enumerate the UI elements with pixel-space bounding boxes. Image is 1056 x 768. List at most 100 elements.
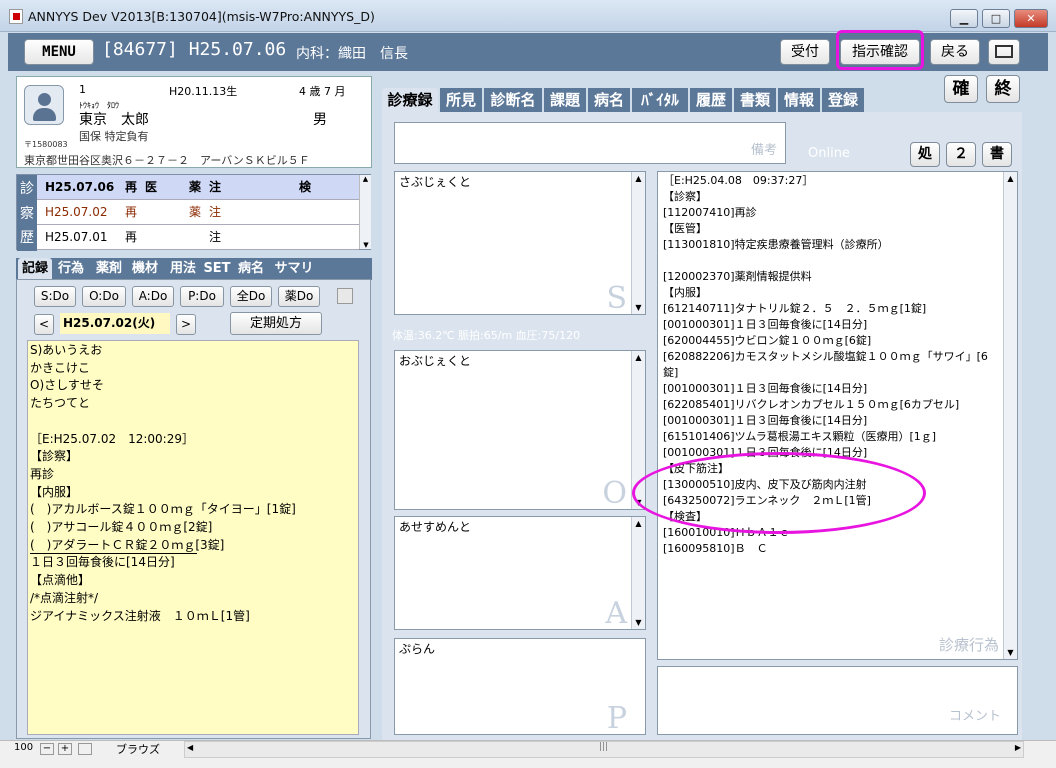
o-do-button[interactable]: O:Do [82,286,126,307]
s-do-button[interactable]: S:Do [34,286,76,307]
reception-button[interactable]: 受付 [780,39,830,65]
tab-issues[interactable]: 課題 [544,88,586,112]
action-line: [160095810]Ｂ Ｃ [663,542,768,555]
two-button[interactable]: ２ [946,142,976,167]
zoom-in-icon[interactable]: + [58,743,72,755]
scroll-down-icon[interactable]: ▼ [632,301,645,314]
plan-field[interactable]: ぷらん P [394,638,646,736]
prescription-button[interactable]: 処 [910,142,940,167]
tab-action[interactable]: 行為 [54,258,88,280]
tab-register[interactable]: 登録 [822,88,864,112]
tab-equipment[interactable]: 機材 [128,258,162,280]
selected-date: H25.07.02(火) [60,313,170,334]
tab-medical-record[interactable]: 診療録 [382,88,438,112]
tab-disease[interactable]: 病名 [234,258,268,280]
scroll-up-icon[interactable]: ▲ [1004,172,1017,185]
patient-sex: 男 [313,112,327,128]
menu-button[interactable]: MENU [24,39,94,65]
tab-documents[interactable]: 書類 [734,88,776,112]
scroll-down-icon[interactable]: ▼ [632,616,645,629]
patient-birthdate: H20.11.13生 [169,85,238,98]
confirm-button[interactable]: 確 [944,75,978,103]
scroll-down-icon[interactable]: ▼ [360,241,372,249]
vitals-text: 体温:36.2℃ 脈拍:65/m 血圧:75/120 [392,329,581,342]
comment-label: コメント [948,709,1001,724]
regular-prescription-button[interactable]: 定期処方 [230,312,322,335]
scroll-down-icon[interactable]: ▼ [1004,646,1017,659]
horizontal-scrollbar[interactable]: ◀ ||| ▶ [184,741,1024,758]
next-date-button[interactable]: > [176,314,196,335]
history-row[interactable]: H25.07.06 再 医 薬 注 検 [37,175,359,200]
tab-history[interactable]: 履歴 [690,88,732,112]
assessment-letter: A [605,596,627,631]
action-line: [001000301]１日３回毎食後に[14日分] [663,414,868,427]
right-tab-bar: 診療録 所見 診断名 課題 病名 ﾊﾞｲﾀﾙ 履歴 書類 情報 登録 [382,88,864,112]
left-tab-bar: 記録 行為 薬剤 機材 用法 SET 病名 サマリ [16,258,372,280]
prev-date-button[interactable]: < [34,314,54,335]
history-cell: 検 [299,180,312,194]
note-underline [30,553,197,554]
patient-address: 東京都世田谷区奥沢６－２７－２ アーバンＳＫビル５Ｆ [24,154,310,167]
tab-usage[interactable]: 用法 [166,258,200,280]
tab-summary[interactable]: サマリ [270,258,318,280]
history-scrollbar[interactable]: ▲ ▼ [359,175,371,249]
scroll-up-icon[interactable]: ▲ [360,175,371,183]
action-line: [620004455]ウビロン錠１００ｍｇ[6錠] [663,334,872,347]
tab-record[interactable]: 記録 [18,258,52,280]
tab-vital[interactable]: ﾊﾞｲﾀﾙ [632,88,688,112]
history-cell: 注 [209,230,222,244]
history-row[interactable]: H25.07.01 再 注 [37,225,359,250]
assessment-field[interactable]: あせすめんと A ▲ ▼ [394,516,646,631]
back-button[interactable]: 戻る [930,39,980,65]
history-cell: 注 [209,180,222,194]
action-line: [120002370]薬剤情報提供料 [663,270,812,283]
record-note[interactable]: S)あいうえお かきこけこ O)さしすせそ たちつてと ［E:H25.07.02… [27,340,359,735]
action-line: ［E:H25.04.08 09:37:27］ [663,174,814,187]
tab-disease-name[interactable]: 病名 [588,88,630,112]
title-bar: ANNYYS Dev V2013[B:130704](msis-W7Pro:AN… [0,0,1056,32]
tab-info[interactable]: 情報 [778,88,820,112]
view-icon[interactable] [78,743,92,755]
maximize-button[interactable]: □ [982,9,1010,28]
mode-label: ブラウズ [116,743,160,756]
minimize-button[interactable]: ▁ [950,9,978,28]
a-do-button[interactable]: A:Do [132,286,174,307]
all-do-button[interactable]: 全Do [230,286,272,307]
document-button[interactable]: 書 [982,142,1012,167]
action-line: [620882206]カモスタットメシル酸塩錠１００ｍｇ「サワイ」[6 [663,350,988,363]
objective-letter: O [602,476,627,511]
zoom-out-icon[interactable]: − [40,743,54,755]
scroll-right-icon[interactable]: ▶ [1015,743,1021,752]
tab-set[interactable]: SET [202,258,232,280]
comment-field[interactable]: コメント [657,666,1018,735]
highlight-annotation [632,452,926,534]
tab-findings[interactable]: 所見 [440,88,482,112]
close-button[interactable]: ✕ [1014,9,1048,28]
scroll-up-icon[interactable]: ▲ [632,351,645,364]
action-line: [622085401]リバクレオンカプセル１５０ｍｇ[6カプセル] [663,398,960,411]
subjective-scrollbar[interactable]: ▲ ▼ [631,172,645,314]
remarks-field[interactable]: 備考 [394,122,786,164]
avatar-icon [24,85,64,125]
p-do-button[interactable]: P:Do [180,286,224,307]
scroll-thumb[interactable]: ||| [599,742,608,752]
history-cell: 薬 [189,180,202,194]
scroll-left-icon[interactable]: ◀ [187,743,193,752]
history-row[interactable]: H25.07.02 再 薬 注 [37,200,359,225]
option-checkbox[interactable] [337,288,353,304]
subjective-field[interactable]: さぶじぇくと S ▲ ▼ [394,171,646,316]
plan-letter: P [606,701,627,736]
tab-diagnosis[interactable]: 診断名 [484,88,542,112]
drug-do-button[interactable]: 薬Do [278,286,320,307]
scroll-up-icon[interactable]: ▲ [632,172,645,185]
actions-scrollbar[interactable]: ▲ ▼ [1003,172,1017,659]
screen-toggle-button[interactable] [988,39,1020,65]
assessment-scrollbar[interactable]: ▲ ▼ [631,517,645,629]
objective-field[interactable]: おぶじぇくと O ▲ ▼ [394,350,646,511]
action-line: 【内服】 [663,286,707,299]
patient-age: 4 歳 7 月 [299,85,346,98]
end-button[interactable]: 終 [986,75,1020,103]
medical-actions-panel[interactable]: ［E:H25.04.08 09:37:27］ 【診察】 [112007410]再診【… [657,171,1018,660]
tab-drug[interactable]: 薬剤 [92,258,126,280]
scroll-up-icon[interactable]: ▲ [632,517,645,530]
